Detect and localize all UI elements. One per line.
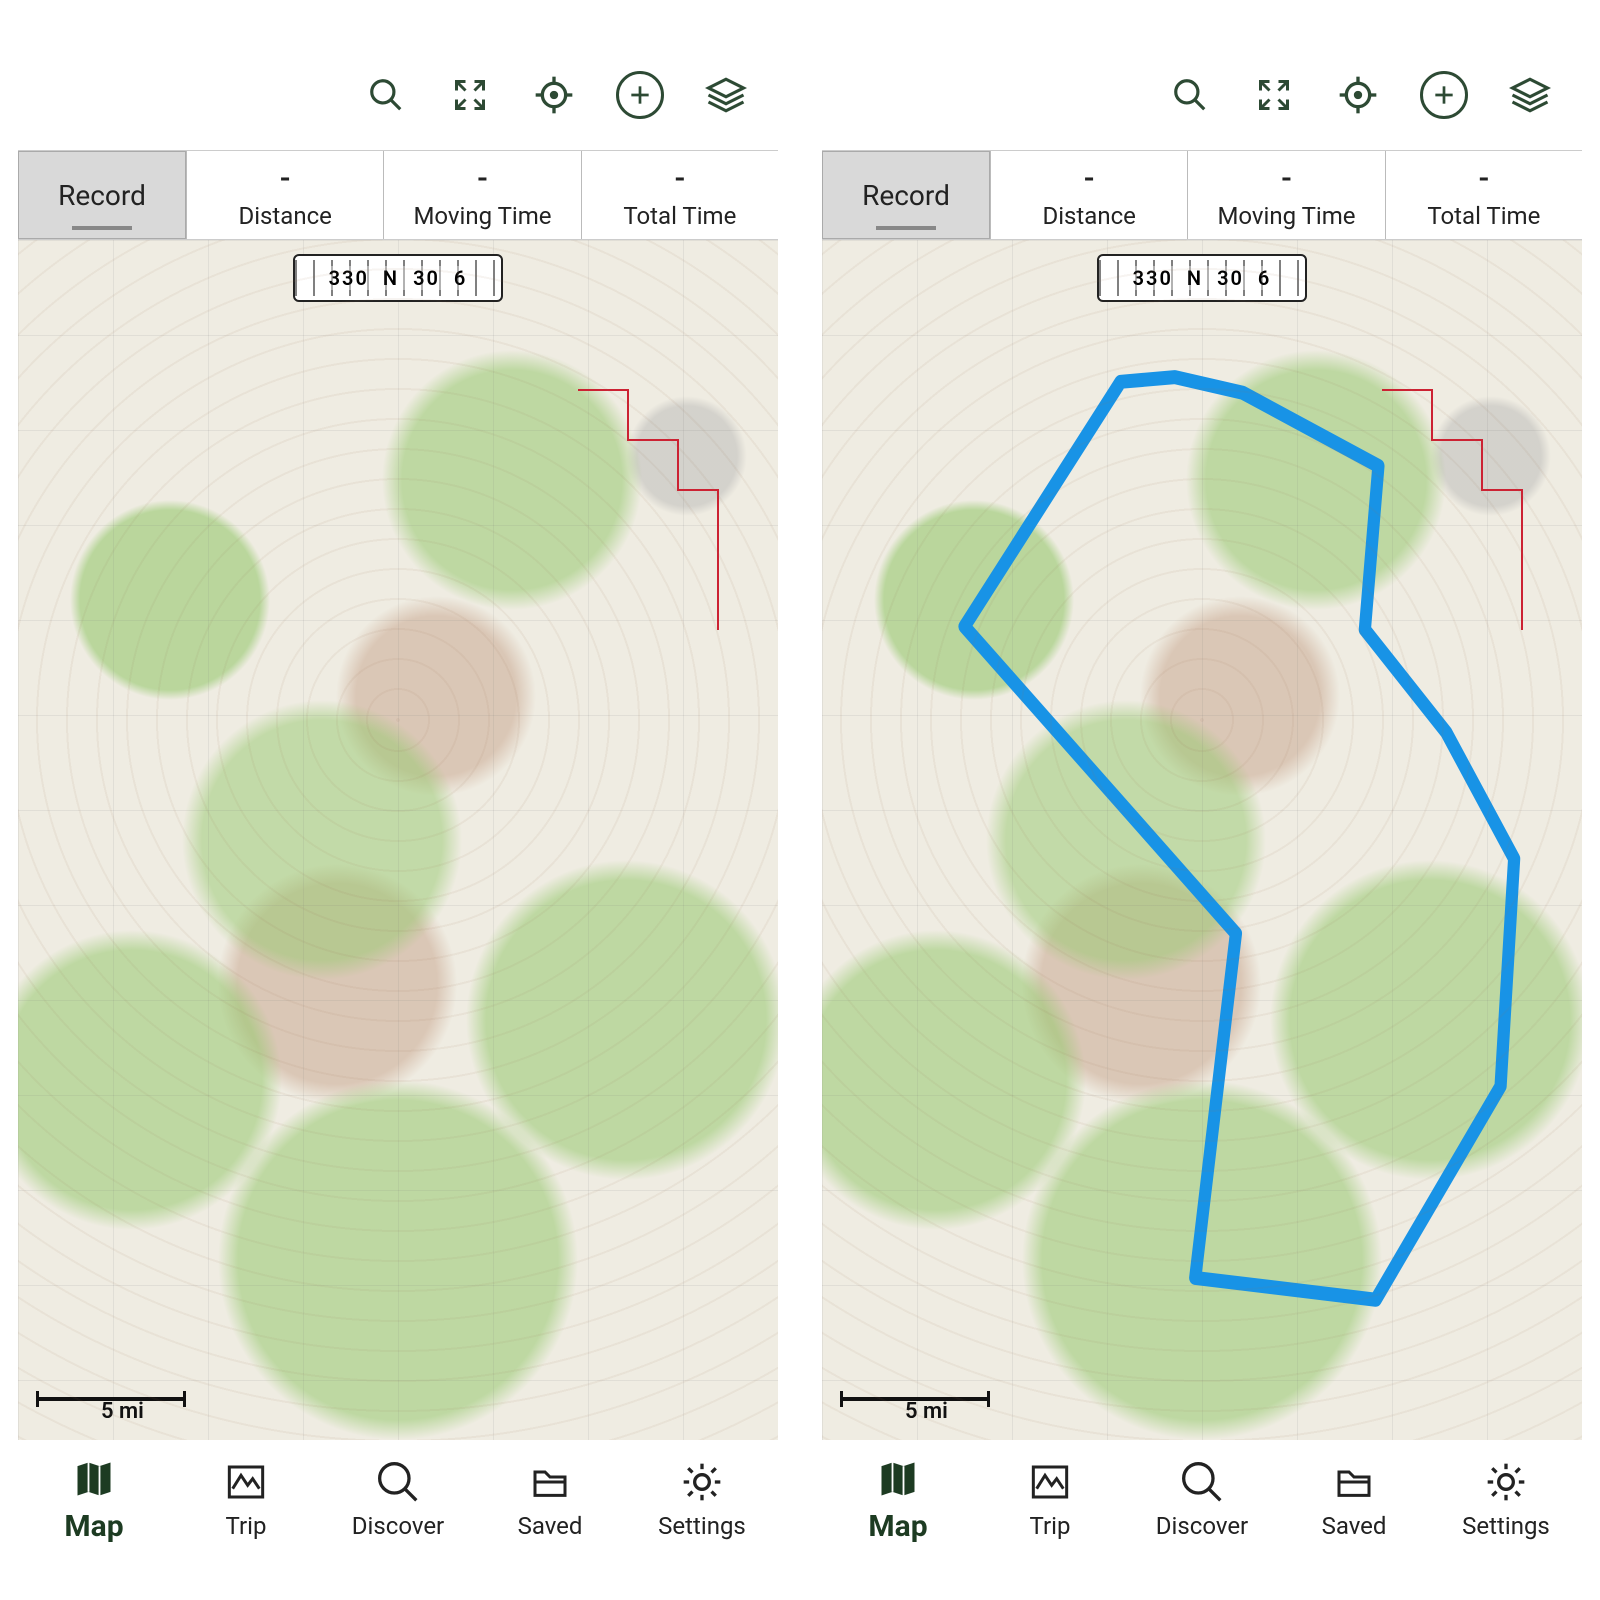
record-label: Record <box>862 179 950 212</box>
fullscreen-icon[interactable] <box>1252 73 1296 117</box>
locate-icon[interactable] <box>1336 73 1380 117</box>
search-icon[interactable] <box>364 73 408 117</box>
compass-330: 330 <box>329 266 369 290</box>
record-label: Record <box>58 179 146 212</box>
compass-6: 6 <box>454 266 467 290</box>
record-button[interactable]: Record <box>18 151 186 239</box>
phone-screen-right: Record - Distance - Moving Time - Total … <box>822 40 1582 1560</box>
nav-label: Saved <box>1322 1512 1387 1540</box>
nav-label: Trip <box>1030 1512 1071 1540</box>
scale-text: 5 mi <box>101 1399 144 1424</box>
stat-total-time[interactable]: - Total Time <box>1385 151 1582 239</box>
nav-discover[interactable]: Discover <box>322 1440 474 1560</box>
layers-icon[interactable] <box>704 73 748 117</box>
nav-settings[interactable]: Settings <box>1430 1440 1582 1560</box>
compass-30: 30 <box>413 266 440 290</box>
stat-label: Moving Time <box>413 202 551 230</box>
nav-settings[interactable]: Settings <box>626 1440 778 1560</box>
stat-value: - <box>1478 161 1489 196</box>
trip-icon <box>221 1460 271 1504</box>
nav-label: Settings <box>658 1512 746 1540</box>
stat-value: - <box>1084 161 1095 196</box>
stats-row: Record - Distance - Moving Time - Total … <box>18 150 778 240</box>
compass-strip[interactable]: 330 N 30 6 <box>1097 254 1307 302</box>
nav-trip[interactable]: Trip <box>974 1440 1126 1560</box>
discover-icon <box>373 1460 423 1504</box>
add-icon[interactable] <box>1420 71 1468 119</box>
stat-distance[interactable]: - Distance <box>186 151 383 239</box>
stats-row: Record - Distance - Moving Time - Total … <box>822 150 1582 240</box>
nav-saved[interactable]: Saved <box>1278 1440 1430 1560</box>
nav-label: Settings <box>1462 1512 1550 1540</box>
nav-discover[interactable]: Discover <box>1126 1440 1278 1560</box>
nav-label: Discover <box>1156 1512 1248 1540</box>
trip-icon <box>1025 1460 1075 1504</box>
bottom-nav: Map Trip Discover Saved Settings <box>822 1440 1582 1560</box>
scale-indicator: 5 mi <box>36 1397 186 1424</box>
nav-label: Map <box>64 1509 123 1544</box>
bottom-nav: Map Trip Discover Saved Settings <box>18 1440 778 1560</box>
compass-330: 330 <box>1133 266 1173 290</box>
nav-map[interactable]: Map <box>822 1440 974 1560</box>
stat-label: Distance <box>1042 202 1135 230</box>
scale-indicator: 5 mi <box>840 1397 990 1424</box>
compass-30: 30 <box>1217 266 1244 290</box>
stat-distance[interactable]: - Distance <box>990 151 1187 239</box>
nav-label: Saved <box>518 1512 583 1540</box>
search-icon[interactable] <box>1168 73 1212 117</box>
stat-value: - <box>1281 161 1292 196</box>
route-overlay <box>822 240 1582 1440</box>
settings-icon <box>677 1460 727 1504</box>
map-canvas[interactable]: 330 N 30 6 5 mi <box>18 240 778 1440</box>
nav-label: Map <box>868 1509 927 1544</box>
nav-trip[interactable]: Trip <box>170 1440 322 1560</box>
scale-text: 5 mi <box>905 1399 948 1424</box>
stat-value: - <box>477 161 488 196</box>
compass-n: N <box>383 266 399 290</box>
top-toolbar <box>18 40 778 150</box>
saved-icon <box>1329 1460 1379 1504</box>
saved-icon <box>525 1460 575 1504</box>
record-button[interactable]: Record <box>822 151 990 239</box>
stat-moving-time[interactable]: - Moving Time <box>383 151 580 239</box>
add-icon[interactable] <box>616 71 664 119</box>
boundary-line <box>1372 380 1552 680</box>
stat-label: Moving Time <box>1217 202 1355 230</box>
compass-strip[interactable]: 330 N 30 6 <box>293 254 503 302</box>
fullscreen-icon[interactable] <box>448 73 492 117</box>
discover-icon <box>1177 1460 1227 1504</box>
stat-label: Total Time <box>1427 202 1540 230</box>
nav-label: Trip <box>226 1512 267 1540</box>
stat-label: Total Time <box>623 202 736 230</box>
top-toolbar <box>822 40 1582 150</box>
stat-value: - <box>280 161 291 196</box>
settings-icon <box>1481 1460 1531 1504</box>
nav-saved[interactable]: Saved <box>474 1440 626 1560</box>
stat-label: Distance <box>238 202 331 230</box>
phone-screen-left: Record - Distance - Moving Time - Total … <box>18 40 778 1560</box>
layers-icon[interactable] <box>1508 73 1552 117</box>
map-icon <box>69 1457 119 1501</box>
nav-map[interactable]: Map <box>18 1440 170 1560</box>
nav-label: Discover <box>352 1512 444 1540</box>
boundary-line <box>568 380 748 680</box>
locate-icon[interactable] <box>532 73 576 117</box>
map-canvas[interactable]: 330 N 30 6 5 mi <box>822 240 1582 1440</box>
stat-total-time[interactable]: - Total Time <box>581 151 778 239</box>
stat-moving-time[interactable]: - Moving Time <box>1187 151 1384 239</box>
compass-6: 6 <box>1258 266 1271 290</box>
stat-value: - <box>674 161 685 196</box>
map-icon <box>873 1457 923 1501</box>
compass-n: N <box>1187 266 1203 290</box>
